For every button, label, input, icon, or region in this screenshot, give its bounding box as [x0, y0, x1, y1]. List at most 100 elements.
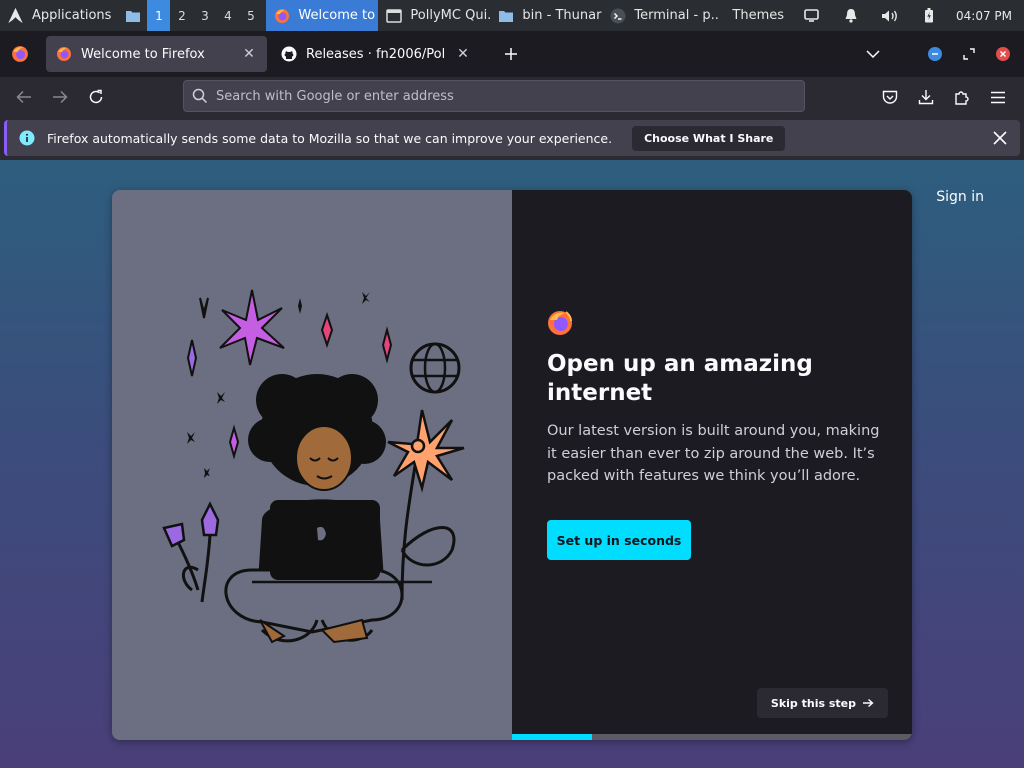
firefox-view-button[interactable]: [0, 31, 40, 77]
skip-this-step-button[interactable]: Skip this step: [756, 688, 888, 718]
arrow-right-icon: [863, 698, 874, 708]
onboarding-progress-bar: [512, 734, 912, 740]
data-collection-notification: Firefox automatically sends some data to…: [4, 120, 1020, 156]
tray-display[interactable]: [792, 0, 831, 31]
firefox-icon: [275, 8, 290, 23]
skip-button-label: Skip this step: [770, 696, 856, 710]
applications-menu[interactable]: Applications: [0, 0, 119, 31]
taskbar-item-label: Welcome to ...: [298, 8, 378, 23]
onboarding-progress-fill: [512, 734, 592, 740]
terminal-icon: [610, 8, 626, 23]
file-manager-launcher[interactable]: [119, 0, 147, 31]
small-flowers-icon: [162, 501, 220, 603]
tray-volume[interactable]: [870, 0, 909, 31]
new-tab-button[interactable]: [495, 38, 527, 70]
firefox-logo-icon: [548, 311, 572, 335]
back-button[interactable]: [6, 81, 42, 113]
tab-label: Welcome to Firefox: [81, 46, 205, 62]
taskbar-item-pollymc[interactable]: PollyMC Qui...: [378, 0, 490, 31]
pocket-icon: [882, 90, 898, 104]
url-input[interactable]: [216, 88, 776, 104]
arch-logo-icon: [8, 7, 23, 24]
taskbar-item-label: Terminal - p...: [634, 8, 719, 23]
taskbar-item-label: bin - Thunar: [522, 8, 602, 23]
arrow-left-icon: [16, 90, 31, 104]
welcome-heading: Open up an amazing internet: [547, 351, 813, 406]
desktop-panel: Applications 1 2 3 4 5 Welcome to ... Po…: [0, 0, 1024, 31]
flower-icon: [387, 409, 465, 601]
github-icon: [281, 46, 297, 62]
reload-button[interactable]: [78, 81, 114, 113]
volume-icon: [881, 10, 897, 21]
tray-notifications[interactable]: [831, 0, 870, 31]
toolbar-actions: [872, 81, 1016, 113]
tab-strip-controls: [856, 31, 1024, 77]
close-window-button[interactable]: [986, 31, 1020, 77]
close-tab-icon[interactable]: ✕: [455, 46, 471, 62]
close-notification-button[interactable]: [980, 131, 1020, 145]
forward-button[interactable]: [42, 81, 78, 113]
sign-in-link[interactable]: Sign in: [936, 189, 984, 205]
taskbar-item-terminal[interactable]: Terminal - p...: [602, 0, 718, 31]
info-icon: [19, 130, 35, 146]
navigation-toolbar: [0, 77, 1024, 117]
puzzle-piece-icon: [955, 91, 969, 105]
maximize-window-button[interactable]: [952, 31, 986, 77]
maximize-icon: [963, 48, 975, 60]
firefox-icon: [12, 46, 28, 62]
download-icon: [918, 90, 934, 105]
folder-icon: [126, 10, 141, 22]
window-icon: [386, 8, 403, 23]
workspace-switcher: 1 2 3 4 5: [147, 0, 262, 31]
notification-text: Firefox automatically sends some data to…: [47, 130, 613, 146]
firefox-icon: [57, 47, 71, 61]
welcome-description: Our latest version is built around you, …: [547, 423, 880, 484]
taskbar-item-themes[interactable]: Themes: [718, 0, 786, 31]
close-tab-icon[interactable]: ✕: [241, 46, 257, 62]
chevron-down-icon: [866, 50, 880, 58]
illustration-panel: [112, 190, 512, 740]
workspace-1[interactable]: 1: [147, 0, 171, 31]
folder-icon: [499, 10, 514, 22]
app-menu-button[interactable]: [980, 81, 1016, 113]
person-with-laptop-illustration: [162, 289, 465, 644]
info-icon-wrapper: [7, 130, 47, 146]
system-tray: 04:07 PM: [792, 0, 1024, 31]
display-icon: [804, 9, 819, 22]
pocket-button[interactable]: [872, 81, 908, 113]
taskbar-item-thunar[interactable]: bin - Thunar: [490, 0, 602, 31]
tab-releases-pollymc[interactable]: Releases · fn2006/PollyMC · G ✕: [271, 36, 481, 72]
battery-icon: [924, 8, 933, 23]
set-up-in-seconds-button[interactable]: Set up in seconds: [547, 520, 691, 560]
minimize-window-button[interactable]: [918, 31, 952, 77]
extensions-button[interactable]: [944, 81, 980, 113]
hamburger-menu-icon: [991, 91, 1005, 103]
plus-icon: [505, 48, 517, 60]
bell-icon: [845, 9, 856, 23]
tray-battery[interactable]: [909, 0, 948, 31]
person-icon: [224, 374, 432, 644]
close-icon: [996, 47, 1010, 61]
downloads-button[interactable]: [908, 81, 944, 113]
tab-label: Releases · fn2006/PollyMC · G: [306, 46, 446, 62]
onboarding-card: Open up an amazing internet Our latest v…: [112, 190, 912, 740]
reload-icon: [89, 89, 103, 104]
minimize-icon: [928, 47, 942, 61]
close-icon: [993, 131, 1007, 145]
workspace-5[interactable]: 5: [239, 0, 262, 31]
address-bar[interactable]: [183, 80, 805, 112]
choose-what-i-share-button[interactable]: Choose What I Share: [632, 125, 786, 151]
list-all-tabs-button[interactable]: [856, 31, 890, 77]
search-icon: [192, 88, 208, 104]
applications-label: Applications: [32, 8, 112, 23]
workspace-3[interactable]: 3: [193, 0, 216, 31]
content-panel: Open up an amazing internet Our latest v…: [512, 190, 912, 740]
tab-welcome-to-firefox[interactable]: Welcome to Firefox ✕: [46, 36, 267, 72]
taskbar-item-firefox[interactable]: Welcome to ...: [266, 0, 379, 31]
tab-strip: Welcome to Firefox ✕ Releases · fn2006/P…: [0, 31, 1024, 77]
workspace-2[interactable]: 2: [170, 0, 193, 31]
taskbar-item-label: Themes: [732, 8, 785, 23]
panel-clock[interactable]: 04:07 PM: [948, 9, 1024, 23]
taskbar-item-label: PollyMC Qui...: [410, 8, 490, 23]
workspace-4[interactable]: 4: [216, 0, 239, 31]
